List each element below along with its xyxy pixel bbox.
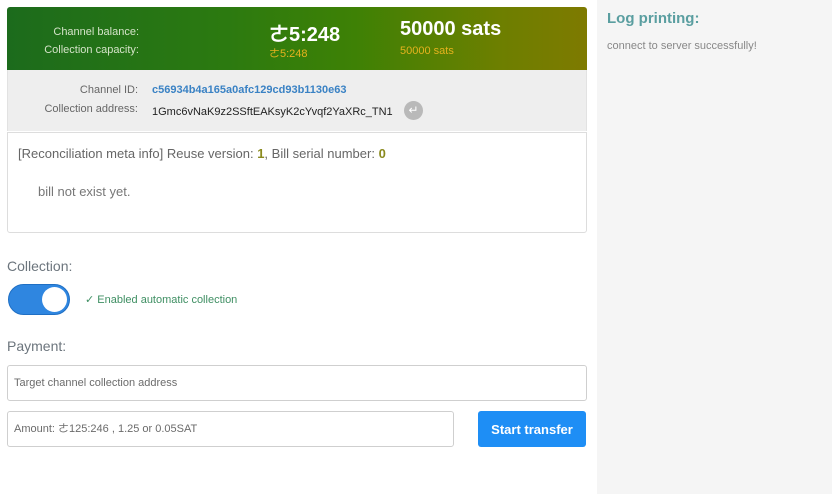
balance-banner: Channel balance: Collection capacity: ㄜ5…	[7, 7, 587, 70]
capacity-label: Collection capacity:	[44, 44, 139, 56]
balance-amount: ㄜ5:248	[269, 24, 341, 46]
log-title: Log printing:	[607, 10, 700, 27]
target-address-input[interactable]	[7, 365, 587, 401]
start-transfer-button[interactable]: Start transfer	[478, 411, 586, 447]
collection-address-label: Collection address:	[44, 103, 138, 115]
toggle-note: ✓ Enabled automatic collection	[85, 294, 238, 306]
channel-id-value[interactable]: c56934b4a165a0afc129cd93b1130e63	[152, 84, 347, 96]
balance-label: Channel balance:	[53, 26, 139, 38]
collection-title: Collection:	[7, 258, 73, 274]
log-panel: Log printing: connect to server successf…	[597, 0, 832, 494]
wallet-panel: Channel balance: Collection capacity: ㄜ5…	[7, 7, 587, 447]
enter-icon[interactable]: ↵	[404, 101, 423, 120]
reconciliation-middle: , Bill serial number:	[264, 146, 379, 161]
reconciliation-box: [Reconciliation meta info] Reuse version…	[7, 132, 587, 233]
payment-title: Payment:	[7, 338, 67, 354]
reconciliation-meta: [Reconciliation meta info] Reuse version…	[18, 146, 386, 161]
balance-sats: 50000 sats	[400, 18, 502, 40]
capacity-sats: 50000 sats	[400, 45, 454, 57]
bill-status: bill not exist yet.	[38, 184, 131, 199]
channel-info: Channel ID: Collection address: c56934b4…	[7, 70, 587, 131]
collection-address-value: 1Gmc6vNaK9z2SSftEAKsyK2cYvqf2YaXRc_TN1	[152, 106, 393, 118]
capacity-amount: ㄜ5:248	[269, 48, 308, 60]
amount-input[interactable]	[7, 411, 454, 447]
auto-collection-toggle[interactable]	[8, 284, 70, 315]
toggle-knob	[42, 287, 67, 312]
log-entry: connect to server successfully!	[607, 40, 757, 52]
reconciliation-prefix: [Reconciliation meta info] Reuse version…	[18, 146, 258, 161]
bill-serial-number: 0	[378, 146, 386, 161]
channel-id-label: Channel ID:	[79, 84, 138, 96]
